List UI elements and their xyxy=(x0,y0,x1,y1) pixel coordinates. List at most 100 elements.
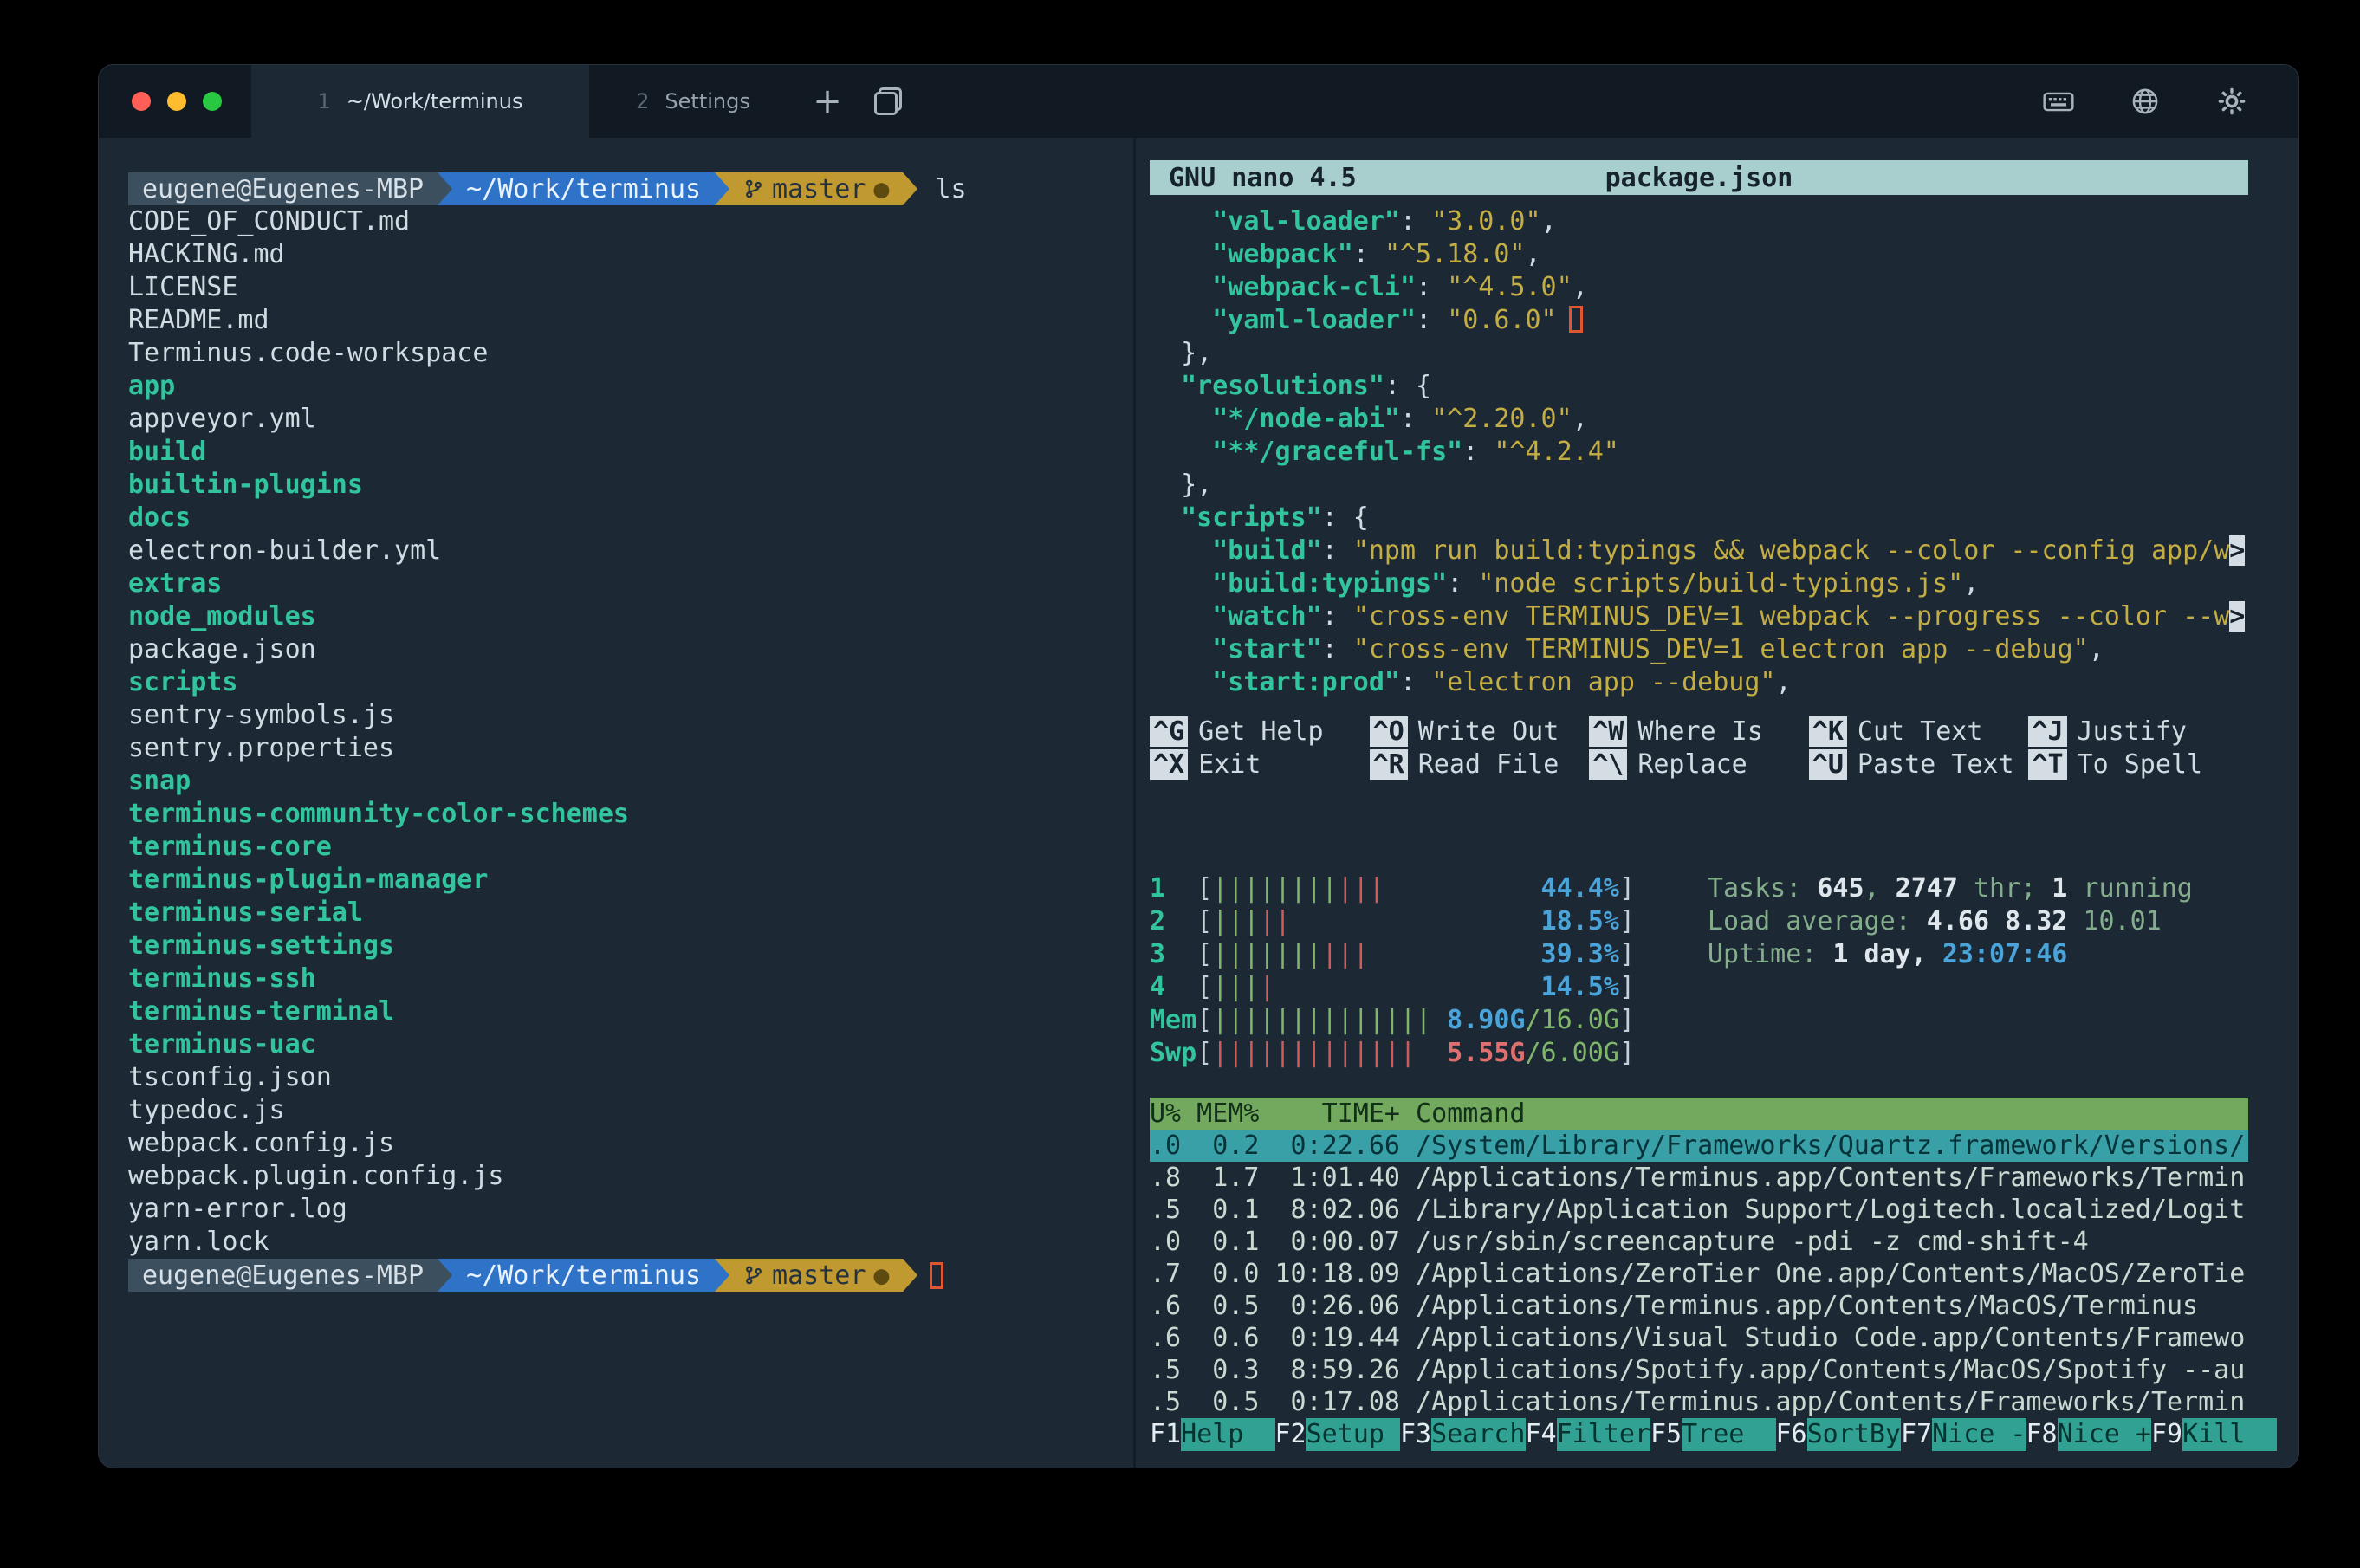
code-segment: , xyxy=(1572,404,1588,434)
close-button[interactable] xyxy=(132,92,151,111)
nano-code-line: "webpack-cli": "^4.5.0", xyxy=(1150,271,2248,304)
meter-value-part: 18.5% xyxy=(1541,906,1619,936)
meter-bracket: [ xyxy=(1196,1004,1212,1037)
meter-value-part: 14.5% xyxy=(1541,972,1619,1002)
code-segment: "webpack" xyxy=(1212,239,1353,269)
terminal-pane-left[interactable]: eugene@Eugenes-MBP ~/Work/terminus maste… xyxy=(99,138,1133,1468)
split-panes-button[interactable] xyxy=(858,65,918,138)
meter-bar: ||||||||||||||8.90G/16.0G xyxy=(1212,1004,1619,1037)
code-segment: : xyxy=(1462,437,1494,467)
meter-row: 4 [||||14.5%] xyxy=(1150,971,1635,1004)
tab-title: Settings xyxy=(665,89,749,113)
code-segment: : { xyxy=(1322,502,1369,533)
tab-terminal[interactable]: 1 ~/Work/terminus xyxy=(251,65,589,138)
terminal-cursor xyxy=(930,1262,943,1289)
file-entry: electron-builder.yml xyxy=(128,535,1125,567)
meter-bracket: [ xyxy=(1196,872,1212,905)
stat-segment: Load average: xyxy=(1708,906,1927,936)
meter-label: 4 xyxy=(1150,971,1196,1004)
nano-code-line: "resolutions": { xyxy=(1150,370,2248,403)
code-segment xyxy=(1150,437,1212,467)
fkey-item[interactable]: F4Filter xyxy=(1526,1418,1651,1451)
meter-label: Mem xyxy=(1150,1004,1196,1037)
fkey-label: Search xyxy=(1431,1418,1525,1451)
new-tab-button[interactable]: + xyxy=(797,65,858,138)
process-row: .7 0.0 10:18.09 /Applications/ZeroTier O… xyxy=(1150,1258,2248,1290)
nano-code-line: "val-loader": "3.0.0", xyxy=(1150,205,2248,238)
meter-row: 3 [||||||||||39.3%] xyxy=(1150,938,1635,971)
fkey-number: F6 xyxy=(1776,1418,1807,1451)
dirty-indicator: ● xyxy=(873,1260,889,1291)
language-button[interactable] xyxy=(2115,87,2175,116)
htop-fkeys: F1Help F2Setup F3SearchF4FilterF5Tree F6… xyxy=(1150,1418,2248,1451)
nano-lines: "val-loader": "3.0.0", "webpack": "^5.18… xyxy=(1150,205,2248,699)
file-entry: terminus-settings xyxy=(128,930,1125,962)
code-segment: : xyxy=(1400,667,1431,697)
code-segment: "scripts" xyxy=(1181,502,1322,533)
meter-value: 14.5% xyxy=(1541,971,1619,1004)
code-segment xyxy=(1150,634,1212,664)
tab-title: ~/Work/terminus xyxy=(347,89,523,113)
code-segment: "cross-env TERMINUS_DEV=1 electron app -… xyxy=(1353,634,2089,664)
nano-code-line: "webpack": "^5.18.0", xyxy=(1150,238,2248,271)
code-segment xyxy=(1150,568,1212,599)
htop-top: 1 [|||||||||||44.4%]2 [|||||18.5%]3 [|||… xyxy=(1150,872,2248,1070)
bar-segment: |||||||| xyxy=(1212,873,1338,904)
nano-shortcuts-row1: ^GGet Help^OWrite Out^WWhere Is^KCut Tex… xyxy=(1150,715,2248,748)
minimize-button[interactable] xyxy=(167,92,186,111)
nano-shortcut: ^XExit xyxy=(1150,748,1370,781)
fkey-item[interactable]: F2Setup xyxy=(1275,1418,1401,1451)
bar-segment: |||||||||||||| xyxy=(1212,1005,1431,1035)
code-segment xyxy=(1150,535,1212,566)
code-segment: "watch" xyxy=(1212,601,1321,632)
fkey-item[interactable]: F9Kill xyxy=(2151,1418,2277,1451)
code-segment: "^5.18.0" xyxy=(1384,239,1526,269)
nano-code-line: "**/graceful-fs": "^4.2.4" xyxy=(1150,436,2248,469)
tab-settings[interactable]: 2 Settings xyxy=(589,65,797,138)
file-entry: builtin-plugins xyxy=(128,469,1125,502)
code-segment xyxy=(1150,667,1212,697)
meter-value: 5.55G/6.00G xyxy=(1447,1037,1619,1070)
meter-bar-fill: |||| xyxy=(1212,971,1274,1004)
branch-name: master xyxy=(772,174,866,204)
shortcut-label: Read File xyxy=(1418,749,1559,780)
nano-code-line: "yaml-loader": "0.6.0" xyxy=(1150,304,2248,337)
fkey-item[interactable]: F8Nice + xyxy=(2026,1418,2152,1451)
bar-segment: ||||||||||||| xyxy=(1212,1038,1416,1068)
code-segment: }, xyxy=(1150,470,1212,500)
settings-button[interactable] xyxy=(2201,87,2262,116)
meter-label: 1 xyxy=(1150,872,1196,905)
meter-bracket: ] xyxy=(1619,1037,1635,1070)
process-row: .5 0.5 0:17.08 /Applications/Terminus.ap… xyxy=(1150,1386,2248,1418)
code-segment: : xyxy=(1416,272,1447,302)
code-segment: "build:typings" xyxy=(1212,568,1447,599)
file-entry: LICENSE xyxy=(128,271,1125,304)
shortcut-key: ^J xyxy=(2028,716,2066,747)
nano-shortcut: ^GGet Help xyxy=(1150,715,1370,748)
fkey-item[interactable]: F3Search xyxy=(1400,1418,1526,1451)
zoom-button[interactable] xyxy=(203,92,222,111)
file-entry: appveyor.yml xyxy=(128,403,1125,436)
meter-bracket: [ xyxy=(1196,1037,1212,1070)
fkey-item[interactable]: F5Tree xyxy=(1650,1418,1776,1451)
process-table: U% MEM% TIME+ Command .0 0.2 0:22.66 /Sy… xyxy=(1150,1098,2248,1418)
fkey-item[interactable]: F7Nice - xyxy=(1901,1418,2026,1451)
file-entry: CODE_OF_CONDUCT.md xyxy=(128,205,1125,238)
file-entry: terminus-uac xyxy=(128,1028,1125,1061)
file-entry: webpack.plugin.config.js xyxy=(128,1160,1125,1193)
meter-label: 2 xyxy=(1150,905,1196,938)
powerline-arrow xyxy=(438,172,452,205)
meter-bar-fill: |||||||||||||| xyxy=(1212,1004,1431,1037)
meter-value-part: 8.90G xyxy=(1447,1005,1525,1035)
keyboard-shortcuts-button[interactable] xyxy=(2028,91,2089,113)
code-segment: "^4.5.0" xyxy=(1447,272,1572,302)
code-segment: > xyxy=(2229,601,2245,632)
meter-bracket: [ xyxy=(1196,938,1212,971)
fkey-number: F4 xyxy=(1526,1418,1557,1451)
fkey-item[interactable]: F6SortBy xyxy=(1776,1418,1902,1451)
fkey-item[interactable]: F1Help xyxy=(1150,1418,1275,1451)
prompt-git-segment: master ● xyxy=(729,172,903,205)
meter-bar-fill: ||||||||||| xyxy=(1212,872,1384,905)
shortcut-key: ^U xyxy=(1809,749,1847,780)
terminal-pane-right[interactable]: GNU nano 4.5 package.json "val-loader": … xyxy=(1133,138,2298,1468)
